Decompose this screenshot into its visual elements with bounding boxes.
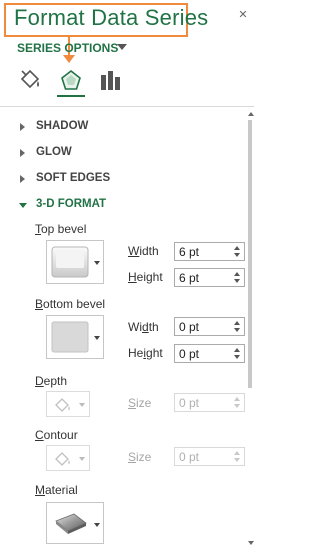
depth-size-label: Size bbox=[128, 396, 152, 410]
bottom-height-spinner[interactable] bbox=[174, 344, 245, 363]
contour-size-input[interactable] bbox=[175, 448, 227, 465]
bottom-bevel-label: Bottom bevel bbox=[35, 297, 106, 311]
bottom-height-input[interactable] bbox=[175, 345, 227, 362]
material-preview-icon bbox=[55, 513, 87, 534]
bottom-width-input[interactable] bbox=[175, 318, 227, 335]
series-options-dropdown[interactable]: SERIES OPTIONS bbox=[17, 41, 118, 55]
tab-fill-line[interactable] bbox=[18, 67, 44, 93]
spin-up-icon[interactable] bbox=[234, 348, 240, 352]
top-bevel-button[interactable] bbox=[46, 240, 104, 284]
spin-up-icon[interactable] bbox=[234, 451, 240, 455]
spin-down-icon[interactable] bbox=[234, 279, 240, 283]
chevron-down-icon bbox=[79, 457, 85, 461]
spin-down-icon[interactable] bbox=[234, 253, 240, 257]
divider bbox=[0, 106, 254, 107]
bevel-preview-icon bbox=[51, 321, 89, 353]
spin-up-icon[interactable] bbox=[234, 246, 240, 250]
spin-down-icon[interactable] bbox=[234, 355, 240, 359]
scroll-up-icon[interactable] bbox=[248, 112, 254, 116]
spin-up-icon[interactable] bbox=[234, 397, 240, 401]
selected-tab-indicator bbox=[57, 95, 85, 97]
scrollbar-thumb[interactable] bbox=[248, 120, 252, 388]
contour-size-label: Size bbox=[128, 450, 152, 464]
chevron-down-icon bbox=[94, 523, 100, 527]
pane-title: Format Data Series bbox=[14, 5, 209, 30]
spin-down-icon[interactable] bbox=[234, 458, 240, 462]
bottom-bevel-button[interactable] bbox=[46, 315, 104, 359]
chevron-down-icon[interactable] bbox=[117, 44, 127, 50]
spin-down-icon[interactable] bbox=[234, 328, 240, 332]
depth-label: Depth bbox=[35, 374, 68, 388]
spin-up-icon[interactable] bbox=[234, 321, 240, 325]
close-icon[interactable]: ✕ bbox=[236, 8, 250, 22]
bevel-preview-icon bbox=[51, 246, 89, 278]
material-label: Material bbox=[35, 483, 78, 497]
paint-bucket-icon bbox=[20, 69, 40, 89]
bottom-height-label: Height bbox=[128, 346, 163, 360]
paint-bucket-icon bbox=[55, 398, 70, 412]
chevron-down-icon bbox=[94, 336, 100, 340]
depth-size-input[interactable] bbox=[175, 394, 227, 411]
top-height-spinner[interactable] bbox=[174, 268, 245, 287]
top-bevel-label: Top bevel bbox=[35, 222, 87, 236]
chevron-down-icon bbox=[19, 203, 27, 208]
top-width-label: Width bbox=[128, 244, 159, 258]
scrollbar[interactable] bbox=[246, 112, 254, 549]
bottom-width-label: Width bbox=[128, 320, 159, 334]
bottom-width-spinner[interactable] bbox=[174, 317, 245, 336]
bar-chart-icon bbox=[101, 71, 120, 90]
callout-arrow-head bbox=[63, 55, 75, 63]
top-height-input[interactable] bbox=[175, 269, 227, 286]
spin-down-icon[interactable] bbox=[234, 404, 240, 408]
chevron-down-icon bbox=[94, 261, 100, 265]
chevron-right-icon bbox=[20, 123, 25, 131]
top-width-spinner[interactable] bbox=[174, 242, 245, 261]
paint-bucket-icon bbox=[55, 452, 70, 466]
top-height-label: Height bbox=[128, 270, 163, 284]
scroll-down-icon[interactable] bbox=[248, 541, 254, 545]
pentagon-icon bbox=[61, 69, 81, 90]
contour-label: Contour bbox=[35, 428, 78, 442]
spin-up-icon[interactable] bbox=[234, 272, 240, 276]
tab-series-options[interactable] bbox=[98, 67, 124, 93]
contour-color-button[interactable] bbox=[46, 445, 90, 471]
depth-color-button[interactable] bbox=[46, 391, 90, 417]
contour-size-spinner[interactable] bbox=[174, 447, 245, 466]
chevron-right-icon bbox=[20, 149, 25, 157]
depth-size-spinner[interactable] bbox=[174, 393, 245, 412]
top-width-input[interactable] bbox=[175, 243, 227, 260]
tab-effects[interactable] bbox=[58, 67, 84, 93]
material-button[interactable] bbox=[46, 502, 104, 544]
chevron-right-icon bbox=[20, 175, 25, 183]
chevron-down-icon bbox=[79, 403, 85, 407]
